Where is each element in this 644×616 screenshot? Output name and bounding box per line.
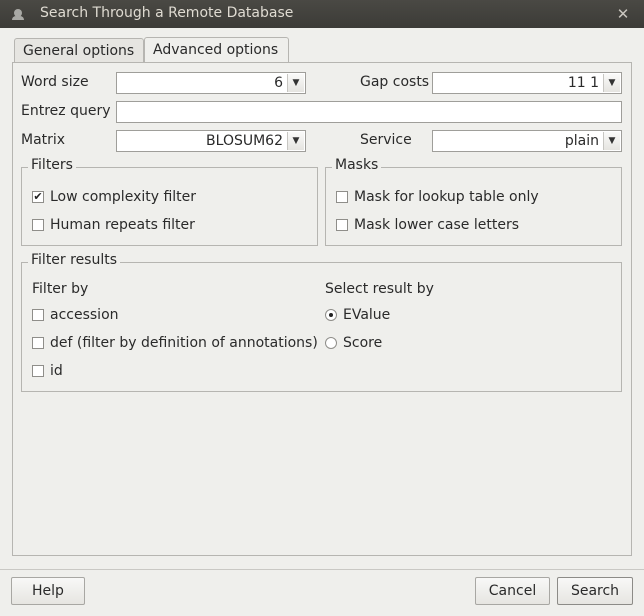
tab-label: General options	[23, 43, 135, 59]
score-radio[interactable]	[325, 337, 337, 349]
tab-advanced-options[interactable]: Advanced options	[144, 37, 289, 63]
masks-group: Masks	[325, 157, 622, 246]
button-bar-separator	[0, 569, 644, 570]
evalue-label[interactable]: EValue	[343, 307, 390, 323]
close-icon[interactable]: ✕	[614, 5, 632, 23]
word-size-label: Word size	[21, 74, 89, 90]
window-title: Search Through a Remote Database	[40, 5, 294, 21]
word-size-combo[interactable]: 6 ▼	[116, 72, 306, 94]
service-combo[interactable]: plain ▼	[432, 130, 622, 152]
masks-group-title: Masks	[332, 157, 382, 173]
chevron-down-icon[interactable]: ▼	[287, 74, 304, 92]
chevron-down-icon[interactable]: ▼	[287, 132, 304, 150]
def-checkbox[interactable]	[32, 337, 44, 349]
entrez-query-label: Entrez query	[21, 103, 111, 119]
cancel-button[interactable]: Cancel	[475, 577, 550, 605]
mask-lowercase-checkbox[interactable]	[336, 219, 348, 231]
service-value: plain	[564, 133, 599, 149]
gap-costs-value: 11 1	[567, 75, 599, 91]
mask-lookup-checkbox[interactable]	[336, 191, 348, 203]
app-icon	[12, 9, 24, 20]
gap-costs-combo[interactable]: 11 1 ▼	[432, 72, 622, 94]
filter-results-group-title: Filter results	[28, 252, 121, 268]
entrez-query-input[interactable]	[116, 101, 622, 123]
filters-group: Filters	[21, 157, 318, 246]
tab-label: Advanced options	[153, 42, 279, 58]
filter-results-group: Filter results	[21, 252, 622, 392]
filters-group-title: Filters	[28, 157, 76, 173]
def-label[interactable]: def (filter by definition of annotations…	[50, 335, 318, 351]
select-result-by-label: Select result by	[325, 281, 434, 297]
matrix-combo[interactable]: BLOSUM62 ▼	[116, 130, 306, 152]
service-label: Service	[360, 132, 412, 148]
chevron-down-icon[interactable]: ▼	[603, 132, 620, 150]
low-complexity-checkbox[interactable]: ✔	[32, 191, 44, 203]
search-button[interactable]: Search	[557, 577, 633, 605]
dialog-window: Search Through a Remote Database ✕ Gener…	[0, 0, 644, 616]
accession-checkbox[interactable]	[32, 309, 44, 321]
mask-lowercase-label[interactable]: Mask lower case letters	[354, 217, 519, 233]
score-label[interactable]: Score	[343, 335, 382, 351]
human-repeats-checkbox[interactable]	[32, 219, 44, 231]
human-repeats-label[interactable]: Human repeats filter	[50, 217, 195, 233]
title-bar[interactable]: Search Through a Remote Database ✕	[0, 0, 644, 28]
help-button[interactable]: Help	[11, 577, 85, 605]
matrix-value: BLOSUM62	[206, 133, 283, 149]
evalue-radio[interactable]	[325, 309, 337, 321]
chevron-down-icon[interactable]: ▼	[603, 74, 620, 92]
matrix-label: Matrix	[21, 132, 66, 148]
low-complexity-label[interactable]: Low complexity filter	[50, 189, 196, 205]
tab-general-options[interactable]: General options	[14, 38, 144, 63]
word-size-value: 6	[274, 75, 283, 91]
gap-costs-label: Gap costs	[360, 74, 430, 90]
id-label[interactable]: id	[50, 363, 63, 379]
filter-by-label: Filter by	[32, 281, 89, 297]
mask-lookup-label[interactable]: Mask for lookup table only	[354, 189, 539, 205]
id-checkbox[interactable]	[32, 365, 44, 377]
accession-label[interactable]: accession	[50, 307, 119, 323]
